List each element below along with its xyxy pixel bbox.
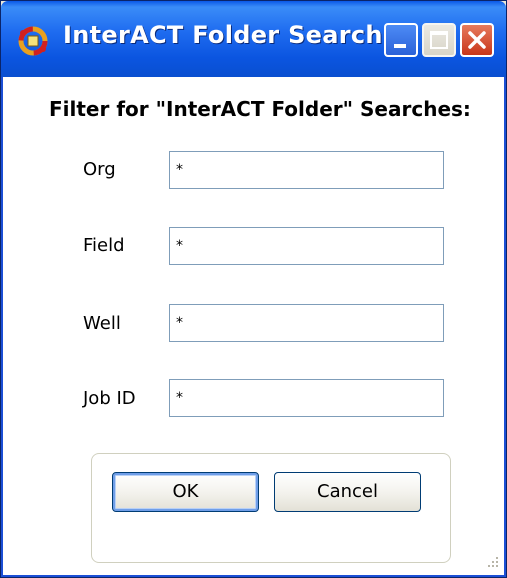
field-label: Field xyxy=(83,235,125,256)
filter-heading: Filter for "InterACT Folder" Searches: xyxy=(49,97,471,121)
dialog-window: InterACT Folder Search Filter for "Inter… xyxy=(0,0,507,578)
org-label: Org xyxy=(83,159,116,180)
well-input[interactable] xyxy=(169,304,444,342)
close-button[interactable] xyxy=(460,23,494,57)
close-icon xyxy=(468,31,486,49)
field-input[interactable] xyxy=(169,227,444,265)
maximize-button[interactable] xyxy=(422,23,456,57)
ok-button[interactable]: OK xyxy=(112,472,259,512)
maximize-icon xyxy=(430,31,448,49)
resize-grip-icon[interactable] xyxy=(482,553,502,573)
window-title: InterACT Folder Search xyxy=(63,21,383,49)
org-input[interactable] xyxy=(169,151,444,189)
cancel-button[interactable]: Cancel xyxy=(274,472,421,512)
job-id-input[interactable] xyxy=(169,379,444,417)
title-bar[interactable]: InterACT Folder Search xyxy=(1,1,506,77)
minimize-button[interactable] xyxy=(384,23,418,57)
well-label: Well xyxy=(83,313,121,334)
minimize-icon xyxy=(394,44,406,48)
job-id-label: Job ID xyxy=(83,388,136,409)
interact-app-icon xyxy=(15,23,51,59)
